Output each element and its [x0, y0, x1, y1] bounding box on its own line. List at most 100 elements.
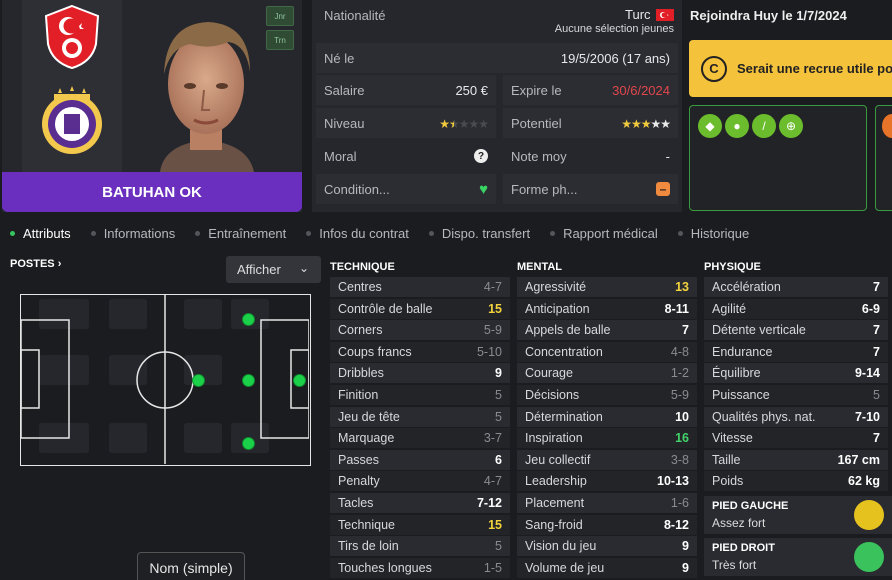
- attribute-value: 9-14: [854, 366, 880, 381]
- recruit-banner[interactable]: C Serait une recrue utile po: [689, 40, 892, 97]
- born-row: Né le 19/5/2006 (17 ans): [316, 43, 678, 73]
- attribute-row[interactable]: Vitesse 7: [704, 428, 888, 449]
- attribute-row[interactable]: Penalty 4-7: [330, 471, 510, 492]
- attribute-name: Jeu collectif: [525, 452, 591, 467]
- avg-value: -: [665, 148, 670, 164]
- born-label: Né le: [324, 50, 355, 66]
- attribute-row[interactable]: Endurance 7: [704, 341, 888, 362]
- tab-dot-icon: [677, 230, 683, 236]
- tab-attributs[interactable]: Attributs: [0, 220, 81, 246]
- attribute-row[interactable]: Décisions 5-9: [517, 385, 697, 405]
- right-foot-box: PIED DROIT Très fort: [704, 538, 892, 576]
- attribute-row[interactable]: Détermination 10: [517, 406, 697, 427]
- form-row: Forme ph... –: [503, 174, 678, 204]
- positions-header[interactable]: POSTES ›: [10, 258, 61, 270]
- junior-button[interactable]: Jnr: [266, 6, 294, 26]
- attribute-row[interactable]: Placement 1-6: [517, 493, 697, 513]
- pitch-markings: [21, 295, 309, 464]
- attribute-value: 5: [495, 388, 502, 402]
- attribute-row[interactable]: Technique 15: [330, 514, 510, 535]
- tab-dot-icon: [90, 230, 96, 236]
- attribute-row[interactable]: Inspiration 16: [517, 428, 697, 449]
- tab-dot-icon: [195, 230, 201, 236]
- attribute-name: Centres: [338, 280, 382, 294]
- attribute-row[interactable]: Touches longues 1-5: [330, 557, 510, 578]
- attribute-row[interactable]: Tacles 7-12: [330, 493, 510, 513]
- display-dropdown[interactable]: Afficher ⌄: [226, 256, 321, 283]
- tab-dot-icon: [550, 230, 556, 236]
- attribute-row[interactable]: Marquage 3-7: [330, 428, 510, 449]
- technique-heading: TECHNIQUE: [330, 261, 395, 273]
- attribute-value: 7-10: [854, 409, 880, 424]
- question-icon[interactable]: ?: [474, 149, 488, 163]
- position-dot[interactable]: [242, 313, 255, 326]
- attribute-value: 15: [488, 517, 502, 532]
- training-button[interactable]: Trn: [266, 30, 294, 50]
- attribute-name: Vision du jeu: [525, 539, 597, 554]
- attribute-row[interactable]: Finition 5: [330, 385, 510, 405]
- position-dot[interactable]: [242, 437, 255, 450]
- attribute-row[interactable]: Puissance 5: [704, 385, 888, 405]
- bandage-icon[interactable]: /: [752, 114, 776, 138]
- attribute-name: Vitesse: [712, 431, 753, 446]
- attribute-row[interactable]: Agressivité 13: [517, 277, 697, 297]
- attribute-value: 5-9: [670, 388, 689, 402]
- attribute-row[interactable]: Concentration 4-8: [517, 341, 697, 362]
- attribute-row[interactable]: Jeu de tête 5: [330, 406, 510, 427]
- attribute-value: 9: [682, 560, 689, 575]
- attribute-row[interactable]: Taille 167 cm: [704, 449, 888, 470]
- attribute-name: Qualités phys. nat.: [712, 409, 816, 424]
- attribute-row[interactable]: Appels de balle 7: [517, 320, 697, 341]
- attribute-name: Courage: [525, 366, 573, 381]
- tab-medical[interactable]: Rapport médical: [540, 220, 668, 246]
- tab-contrat[interactable]: Infos du contrat: [296, 220, 419, 246]
- left-foot-box: PIED GAUCHE Assez fort: [704, 496, 892, 534]
- tab-label: Informations: [103, 225, 176, 241]
- position-dot[interactable]: [293, 374, 306, 387]
- attribute-row[interactable]: Jeu collectif 3-8: [517, 449, 697, 470]
- attribute-row[interactable]: Dribbles 9: [330, 363, 510, 384]
- attribute-row[interactable]: Corners 5-9: [330, 320, 510, 341]
- attribute-value: 7: [682, 323, 689, 338]
- tab-entrainement[interactable]: Entraînement: [185, 220, 296, 246]
- tab-historique[interactable]: Historique: [668, 220, 760, 246]
- position-dot[interactable]: [192, 374, 205, 387]
- attribute-value: 10-13: [657, 474, 689, 489]
- attribute-row[interactable]: Vision du jeu 9: [517, 536, 697, 557]
- right-foot-value: Très fort: [712, 558, 757, 572]
- attribute-row[interactable]: Qualités phys. nat. 7-10: [704, 406, 888, 427]
- traits-box: ◆ ● / ⊕: [689, 105, 867, 211]
- attribute-value: 8-11: [664, 301, 689, 316]
- tab-transfert[interactable]: Dispo. transfert: [419, 220, 540, 246]
- team-icon[interactable]: ◆: [698, 114, 722, 138]
- attribute-row[interactable]: Sang-froid 8-12: [517, 514, 697, 535]
- attribute-name: Placement: [525, 496, 585, 510]
- attribute-row[interactable]: Détente verticale 7: [704, 320, 888, 341]
- head-icon[interactable]: ●: [725, 114, 749, 138]
- attribute-row[interactable]: Passes 6: [330, 449, 510, 470]
- tab-label: Historique: [690, 225, 750, 241]
- attribute-row[interactable]: Volume de jeu 9: [517, 557, 697, 578]
- attribute-value: 5: [873, 388, 880, 402]
- attribute-name: Taille: [712, 452, 741, 467]
- attribute-name: Accélération: [712, 280, 781, 294]
- attribute-row[interactable]: Contrôle de balle 15: [330, 298, 510, 319]
- attribute-value: 16: [675, 431, 689, 446]
- position-dot[interactable]: [242, 374, 255, 387]
- attribute-row[interactable]: Anticipation 8-11: [517, 298, 697, 319]
- attribute-row[interactable]: Agilité 6-9: [704, 298, 888, 319]
- attribute-row[interactable]: Coups francs 5-10: [330, 341, 510, 362]
- attribute-row[interactable]: Courage 1-2: [517, 363, 697, 384]
- salary-label: Salaire: [324, 82, 365, 98]
- attribute-row[interactable]: Accélération 7: [704, 277, 888, 297]
- morale-label: Moral: [324, 148, 357, 164]
- attribute-row[interactable]: Tirs de loin 5: [330, 536, 510, 557]
- globe-icon[interactable]: ⊕: [779, 114, 803, 138]
- tab-informations[interactable]: Informations: [81, 220, 186, 246]
- attribute-row[interactable]: Poids 62 kg: [704, 471, 888, 492]
- attribute-row[interactable]: Leadership 10-13: [517, 471, 697, 492]
- warning-icon[interactable]: [882, 114, 892, 138]
- attribute-row[interactable]: Centres 4-7: [330, 277, 510, 297]
- display-dropdown-label: Afficher: [237, 262, 281, 277]
- attribute-row[interactable]: Équilibre 9-14: [704, 363, 888, 384]
